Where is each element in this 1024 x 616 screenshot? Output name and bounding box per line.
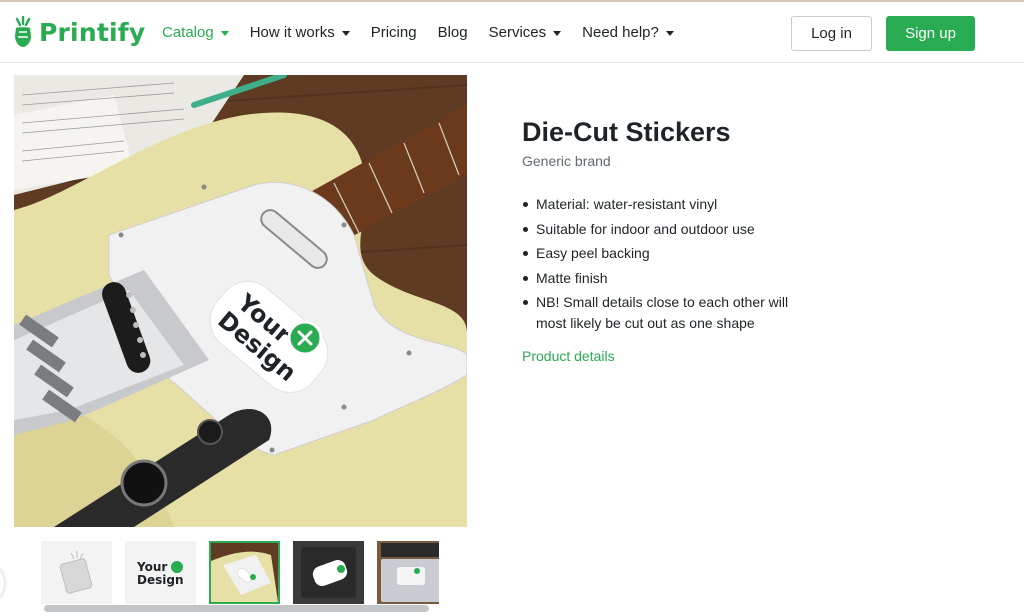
feature-item: Material: water-resistant vinyl — [522, 194, 812, 215]
nav-how-it-works-label: How it works — [249, 24, 335, 41]
carousel-prev-button[interactable] — [0, 568, 4, 598]
svg-text:Your: Your — [136, 560, 167, 574]
feature-item: Suitable for indoor and outdoor use — [522, 219, 812, 240]
product-title: Die-Cut Stickers — [522, 117, 731, 147]
nav-need-help-label: Need help? — [582, 24, 659, 41]
thumbnail-1[interactable] — [41, 541, 112, 604]
chevron-down-icon — [553, 30, 562, 36]
thumbnail-3[interactable] — [209, 541, 280, 604]
nav-need-help[interactable]: Need help? — [582, 24, 674, 41]
nav-blog-label: Blog — [437, 24, 468, 41]
chevron-down-icon — [220, 30, 229, 36]
feature-item: NB! Small details close to each other wi… — [522, 292, 812, 334]
signup-button[interactable]: Sign up — [886, 16, 975, 51]
printify-logo-icon — [15, 16, 31, 47]
logo-text: Printify — [39, 17, 146, 47]
thumbnail-2[interactable]: Your Design — [125, 541, 196, 604]
thumbnail-5[interactable] — [377, 541, 439, 604]
chevron-down-icon — [341, 30, 350, 36]
nav-services-label: Services — [488, 24, 547, 41]
nav-blog[interactable]: Blog — [438, 24, 468, 41]
site-header: Printify Catalog How it works Pricing Bl… — [0, 0, 1024, 63]
feature-item: Easy peel backing — [522, 243, 812, 264]
chevron-down-icon — [665, 30, 674, 36]
thumbnail-4[interactable] — [293, 541, 364, 604]
nav-catalog[interactable]: Catalog — [162, 24, 229, 41]
nav-catalog-label: Catalog — [162, 24, 214, 41]
nav-how-it-works[interactable]: How it works — [250, 24, 350, 41]
feature-item: Matte finish — [522, 268, 812, 289]
nav-pricing-label: Pricing — [370, 24, 417, 41]
main-nav: Catalog How it works Pricing Blog Servic… — [162, 24, 695, 41]
product-brand: Generic brand — [522, 153, 611, 169]
login-button[interactable]: Log in — [791, 16, 872, 51]
product-main-image[interactable]: Your Design — [14, 75, 467, 527]
feature-list: Material: water-resistant vinyl Suitable… — [522, 194, 812, 338]
nav-pricing[interactable]: Pricing — [371, 24, 417, 41]
thumbnail-strip: Your Design — [41, 541, 439, 604]
nav-services[interactable]: Services — [489, 24, 562, 41]
svg-text:Design: Design — [137, 573, 184, 587]
product-details-link[interactable]: Product details — [522, 348, 615, 364]
thumbnail-scrollbar[interactable] — [44, 605, 429, 612]
printify-logo[interactable]: Printify — [12, 16, 145, 48]
